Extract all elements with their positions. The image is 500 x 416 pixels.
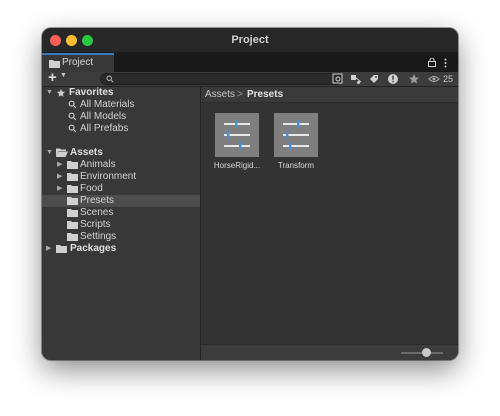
sidebar-item-assets[interactable]: ▼ Assets xyxy=(42,147,200,159)
sidebar-item-label: All Prefabs xyxy=(80,123,129,134)
sidebar-item-favorites[interactable]: ▼ Favorites xyxy=(42,87,200,99)
project-window: Project Project + ▼ 25 ▼ Favorites All M… xyxy=(42,28,458,360)
tag-icon[interactable] xyxy=(368,73,380,85)
asset-name: HorseRigid... xyxy=(213,161,261,170)
breadcrumb-assets[interactable]: Assets xyxy=(205,87,235,102)
sidebar-item-all-prefabs[interactable]: All Prefabs xyxy=(42,123,200,135)
chevron-down-icon[interactable]: ▼ xyxy=(60,72,67,79)
search-icon xyxy=(68,124,77,133)
sidebar-item-environment[interactable]: ▶ Environment xyxy=(42,171,200,183)
folder-open-icon xyxy=(56,148,68,157)
search-field[interactable] xyxy=(100,73,342,85)
search-icon xyxy=(68,112,77,121)
sidebar-item-label: Food xyxy=(80,183,103,194)
folder-icon xyxy=(67,209,78,217)
folder-icon xyxy=(67,173,78,181)
folder-icon xyxy=(67,197,78,205)
asset-name: Transform xyxy=(277,161,315,170)
preset-thumbnail xyxy=(274,113,318,157)
search-icon xyxy=(68,100,77,109)
asset-browser: Assets > Presets HorseRigid... Transform xyxy=(201,87,458,360)
search-icon xyxy=(106,75,114,83)
folder-icon xyxy=(67,185,78,193)
icon-size-slider-handle[interactable] xyxy=(422,348,431,357)
sidebar-item-label: All Models xyxy=(80,111,127,122)
sidebar-item-animals[interactable]: ▶ Animals xyxy=(42,159,200,171)
chevron-right-icon[interactable]: ▶ xyxy=(46,243,51,255)
folder-icon xyxy=(67,221,78,229)
more-options-icon[interactable] xyxy=(444,58,447,68)
sidebar-item-label: Animals xyxy=(80,159,116,170)
sidebar-item-presets[interactable]: Presets xyxy=(42,195,200,207)
chevron-down-icon[interactable]: ▼ xyxy=(46,147,53,159)
sidebar-item-scripts[interactable]: Scripts xyxy=(42,219,200,231)
hidden-package-count: 25 xyxy=(443,74,454,84)
lock-icon[interactable] xyxy=(428,58,436,67)
sidebar-item-label: Settings xyxy=(80,231,117,242)
sidebar-item-label: Favorites xyxy=(69,87,114,98)
folder-icon xyxy=(67,233,78,241)
sidebar-item-label: All Materials xyxy=(80,99,135,110)
search-input[interactable] xyxy=(115,74,335,84)
sidebar-item-all-models[interactable]: All Models xyxy=(42,111,200,123)
preset-icon xyxy=(283,120,309,150)
title-bar: Project xyxy=(42,28,458,53)
sidebar-item-settings[interactable]: Settings xyxy=(42,231,200,243)
breadcrumb-presets[interactable]: Presets xyxy=(247,87,283,102)
preset-icon xyxy=(224,120,250,150)
sidebar-item-label: Environment xyxy=(80,171,137,182)
breadcrumb: Assets > Presets xyxy=(201,87,458,103)
create-button[interactable]: + xyxy=(48,69,57,86)
window-title: Project xyxy=(231,34,269,46)
asset-tile-horserigidbody[interactable]: HorseRigid... xyxy=(208,113,266,175)
chevron-right-icon[interactable]: ▶ xyxy=(57,183,62,195)
tab-bar: Project xyxy=(42,53,458,72)
chevron-right-icon[interactable]: ▶ xyxy=(57,159,62,171)
asset-tile-transform[interactable]: Transform xyxy=(267,113,325,175)
breadcrumb-separator: > xyxy=(237,89,243,100)
folder-tree: ▼ Favorites All Materials All Models All… xyxy=(42,87,201,360)
sidebar-item-label: Assets xyxy=(70,147,103,158)
sidebar-item-scenes[interactable]: Scenes xyxy=(42,207,200,219)
folder-icon xyxy=(49,60,60,68)
folder-icon xyxy=(56,245,67,253)
chevron-down-icon[interactable]: ▼ xyxy=(46,87,53,99)
asset-browser-footer xyxy=(201,344,458,360)
alert-icon[interactable] xyxy=(387,73,399,85)
folder-icon xyxy=(67,161,78,169)
sidebar-item-all-materials[interactable]: All Materials xyxy=(42,99,200,111)
tab-project-label: Project xyxy=(62,57,94,68)
star-icon xyxy=(56,88,66,97)
hidden-packages-toggle[interactable]: 25 xyxy=(428,72,453,86)
preset-thumbnail xyxy=(215,113,259,157)
sidebar-item-food[interactable]: ▶ Food xyxy=(42,183,200,195)
project-toolbar: + ▼ 25 xyxy=(42,69,458,87)
sidebar-item-label: Scripts xyxy=(80,219,111,230)
star-icon[interactable] xyxy=(408,73,420,85)
search-by-type-icon[interactable] xyxy=(332,73,344,85)
sidebar-item-packages[interactable]: ▶ Packages xyxy=(42,243,200,255)
sidebar-item-label: Presets xyxy=(80,195,114,206)
chevron-right-icon[interactable]: ▶ xyxy=(57,171,62,183)
search-by-label-icon[interactable] xyxy=(350,73,362,85)
sidebar-item-label: Scenes xyxy=(80,207,114,218)
eye-icon xyxy=(428,76,440,82)
sidebar-item-label: Packages xyxy=(70,243,117,254)
